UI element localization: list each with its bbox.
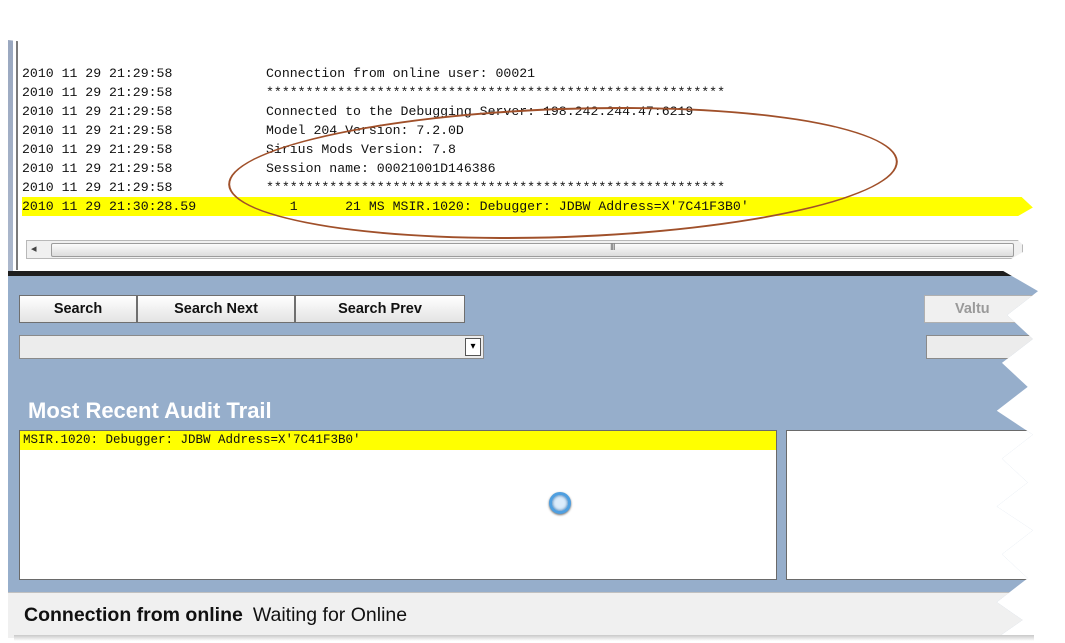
app-window: 2010 11 29 21:29:58 Connection from onlin…	[8, 40, 1038, 638]
log-message: Connection from online user: 00021	[266, 66, 536, 81]
tool-panel: Search Search Next Search Prev Valtu ▾ M…	[8, 276, 1038, 638]
loading-spinner-icon	[549, 492, 571, 514]
log-timestamp: 2010 11 29 21:29:58	[22, 123, 173, 138]
page-shadow	[14, 635, 1034, 641]
scrollbar-grip-icon: III	[610, 242, 615, 252]
log-timestamp: 2010 11 29 21:30:28.59	[22, 199, 197, 214]
log-timestamp: 2010 11 29 21:29:58	[22, 104, 173, 119]
search-next-button[interactable]: Search Next	[137, 295, 295, 323]
log-timestamp: 2010 11 29 21:29:58	[22, 142, 173, 157]
search-prev-button[interactable]: Search Prev	[295, 295, 465, 323]
log-row[interactable]: 2010 11 29 21:29:58 Connection from onlin…	[22, 64, 1038, 83]
audit-trail-title: Most Recent Audit Trail	[28, 398, 272, 423]
value-button[interactable]: Valtu	[924, 295, 1038, 323]
search-combo[interactable]: ▾	[19, 335, 484, 359]
log-panel: 2010 11 29 21:29:58 Connection from onlin…	[16, 40, 1038, 270]
log-timestamp: 2010 11 29 21:29:58	[22, 85, 173, 100]
log-row[interactable]: 2010 11 29 21:29:58 *********************…	[22, 83, 1038, 102]
search-button[interactable]: Search	[19, 295, 137, 323]
log-message: ****************************************…	[266, 85, 725, 100]
scrollbar-thumb[interactable]: III	[51, 242, 1014, 257]
chevron-down-icon[interactable]: ▾	[465, 338, 481, 356]
status-bar: Connection from online Waiting for Onlin…	[8, 592, 1038, 638]
value-field[interactable]	[926, 335, 1038, 359]
log-timestamp: 2010 11 29 21:29:58	[22, 66, 173, 81]
side-panel	[786, 430, 1038, 580]
status-value: Waiting for Online	[252, 604, 408, 626]
scroll-left-arrow-icon[interactable]: ◂	[31, 242, 37, 255]
horizontal-scrollbar[interactable]: ◂ III	[26, 240, 1023, 259]
audit-trail-box[interactable]: MSIR.1020: Debugger: JDBW Address=X'7C41…	[19, 430, 777, 580]
log-timestamp: 2010 11 29 21:29:58	[22, 161, 173, 176]
log-row-cut	[22, 56, 1038, 64]
status-label: Connection from online	[24, 604, 243, 626]
audit-line: MSIR.1020: Debugger: JDBW Address=X'7C41…	[20, 431, 776, 450]
